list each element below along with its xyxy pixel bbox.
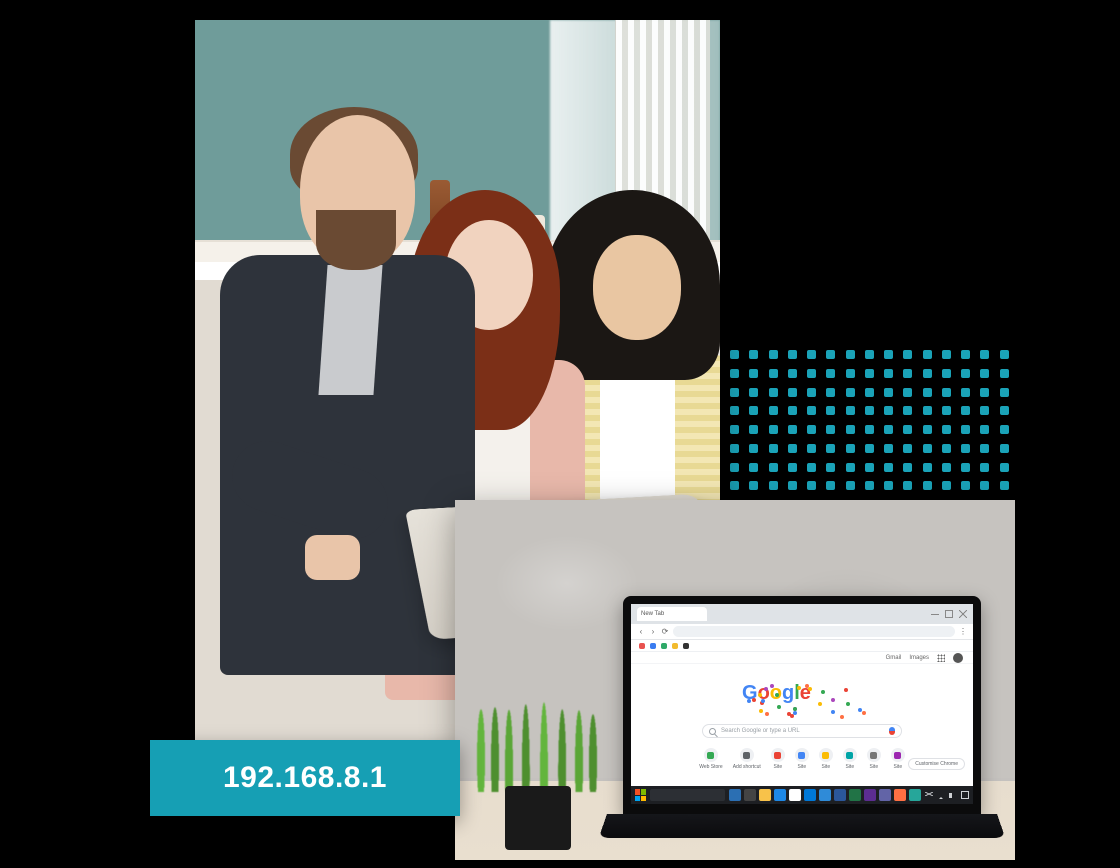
taskbar-app-app[interactable] xyxy=(909,789,921,801)
plant xyxy=(467,650,607,850)
extensions-icon[interactable]: ⋮ xyxy=(959,628,967,636)
new-tab-page: G o o g l e Search Google or type a URL xyxy=(631,664,973,786)
shortcut-icon xyxy=(819,748,833,762)
shortcut-icon xyxy=(771,748,785,762)
minimize-icon[interactable] xyxy=(931,610,939,618)
shortcut-label: Site xyxy=(821,764,830,770)
shortcut-icon xyxy=(795,748,809,762)
search-icon xyxy=(709,728,716,735)
forward-icon[interactable]: › xyxy=(649,628,657,636)
shortcut-icon xyxy=(891,748,905,762)
customise-button[interactable]: Customise Chrome xyxy=(908,758,965,770)
shortcut-icon xyxy=(704,748,718,762)
shortcut-tile[interactable]: Site xyxy=(891,748,905,770)
laptop: New Tab ‹ › ⟳ ⋮ xyxy=(607,596,997,854)
system-tray xyxy=(925,791,969,799)
start-button[interactable] xyxy=(635,789,646,801)
browser-tab[interactable]: New Tab xyxy=(637,607,707,621)
shortcut-label: Site xyxy=(869,764,878,770)
shortcut-tile[interactable]: Site xyxy=(867,748,881,770)
windows-taskbar xyxy=(631,786,973,804)
shortcut-label: Site xyxy=(845,764,854,770)
shortcut-tile[interactable]: Site xyxy=(771,748,785,770)
bookmark-icon[interactable] xyxy=(672,643,678,649)
images-link[interactable]: Images xyxy=(909,655,929,661)
window-controls xyxy=(931,610,967,618)
taskbar-app-teams[interactable] xyxy=(879,789,891,801)
doodle-confetti: G o o g l e xyxy=(742,682,862,716)
avatar-icon[interactable] xyxy=(953,653,963,663)
close-icon[interactable] xyxy=(959,610,967,618)
shortcut-tile[interactable]: Site xyxy=(843,748,857,770)
laptop-scene: New Tab ‹ › ⟳ ⋮ xyxy=(455,500,1015,860)
browser-window: New Tab ‹ › ⟳ ⋮ xyxy=(631,604,973,804)
dot-pattern-decoration xyxy=(730,350,1010,510)
omnibox[interactable] xyxy=(673,626,955,637)
taskbar-app-excel[interactable] xyxy=(849,789,861,801)
volume-icon[interactable] xyxy=(949,791,957,799)
apps-grid-icon[interactable] xyxy=(937,654,945,662)
browser-toolbar: ‹ › ⟳ ⋮ xyxy=(631,624,973,640)
bookmarks-bar xyxy=(631,640,973,652)
ip-badge: 192.168.8.1 xyxy=(150,740,460,816)
shortcut-tile[interactable]: Web Store xyxy=(699,748,723,770)
ip-address-text: 192.168.8.1 xyxy=(223,761,387,795)
wifi-icon[interactable] xyxy=(937,791,945,799)
mic-icon[interactable] xyxy=(889,727,895,735)
taskbar-app-cortana[interactable] xyxy=(729,789,741,801)
taskbar-app-edge[interactable] xyxy=(774,789,786,801)
shortcut-icon xyxy=(740,748,754,762)
taskbar-app-task-view[interactable] xyxy=(744,789,756,801)
tab-title: New Tab xyxy=(641,611,664,617)
shortcut-icon xyxy=(867,748,881,762)
reload-icon[interactable]: ⟳ xyxy=(661,628,669,636)
search-input[interactable]: Search Google or type a URL xyxy=(702,724,902,738)
shortcut-label: Add shortcut xyxy=(733,764,761,770)
taskbar-search[interactable] xyxy=(650,789,725,801)
notifications-icon[interactable] xyxy=(961,791,969,799)
taskbar-apps xyxy=(729,789,921,801)
shortcut-label: Site xyxy=(893,764,902,770)
shortcut-label: Site xyxy=(773,764,782,770)
taskbar-app-explorer[interactable] xyxy=(759,789,771,801)
bookmark-icon[interactable] xyxy=(650,643,656,649)
page-header-right: Gmail Images xyxy=(631,652,973,664)
shortcut-tile[interactable]: Site xyxy=(795,748,809,770)
bookmark-icon[interactable] xyxy=(683,643,689,649)
search-placeholder: Search Google or type a URL xyxy=(721,728,800,734)
shortcut-label: Web Store xyxy=(699,764,723,770)
shortcut-tile[interactable]: Site xyxy=(819,748,833,770)
bookmark-icon[interactable] xyxy=(639,643,645,649)
person-left xyxy=(220,115,475,755)
bookmark-icon[interactable] xyxy=(661,643,667,649)
back-icon[interactable]: ‹ xyxy=(637,628,645,636)
taskbar-app-store[interactable] xyxy=(804,789,816,801)
shortcut-tile[interactable]: Add shortcut xyxy=(733,748,761,770)
shortcut-label: Site xyxy=(797,764,806,770)
shortcut-icon xyxy=(843,748,857,762)
laptop-base xyxy=(599,814,1006,838)
taskbar-app-mail[interactable] xyxy=(819,789,831,801)
taskbar-app-word[interactable] xyxy=(834,789,846,801)
maximize-icon[interactable] xyxy=(945,610,953,618)
laptop-screen-frame: New Tab ‹ › ⟳ ⋮ xyxy=(623,596,981,816)
browser-tabstrip: New Tab xyxy=(631,604,973,624)
taskbar-app-chrome[interactable] xyxy=(789,789,801,801)
taskbar-app-vs[interactable] xyxy=(864,789,876,801)
gmail-link[interactable]: Gmail xyxy=(886,655,902,661)
taskbar-app-app[interactable] xyxy=(894,789,906,801)
shortcut-row: Web Store Add shortcut Site Site Site Site Sit… xyxy=(699,748,905,770)
chevron-up-icon[interactable] xyxy=(925,792,933,796)
